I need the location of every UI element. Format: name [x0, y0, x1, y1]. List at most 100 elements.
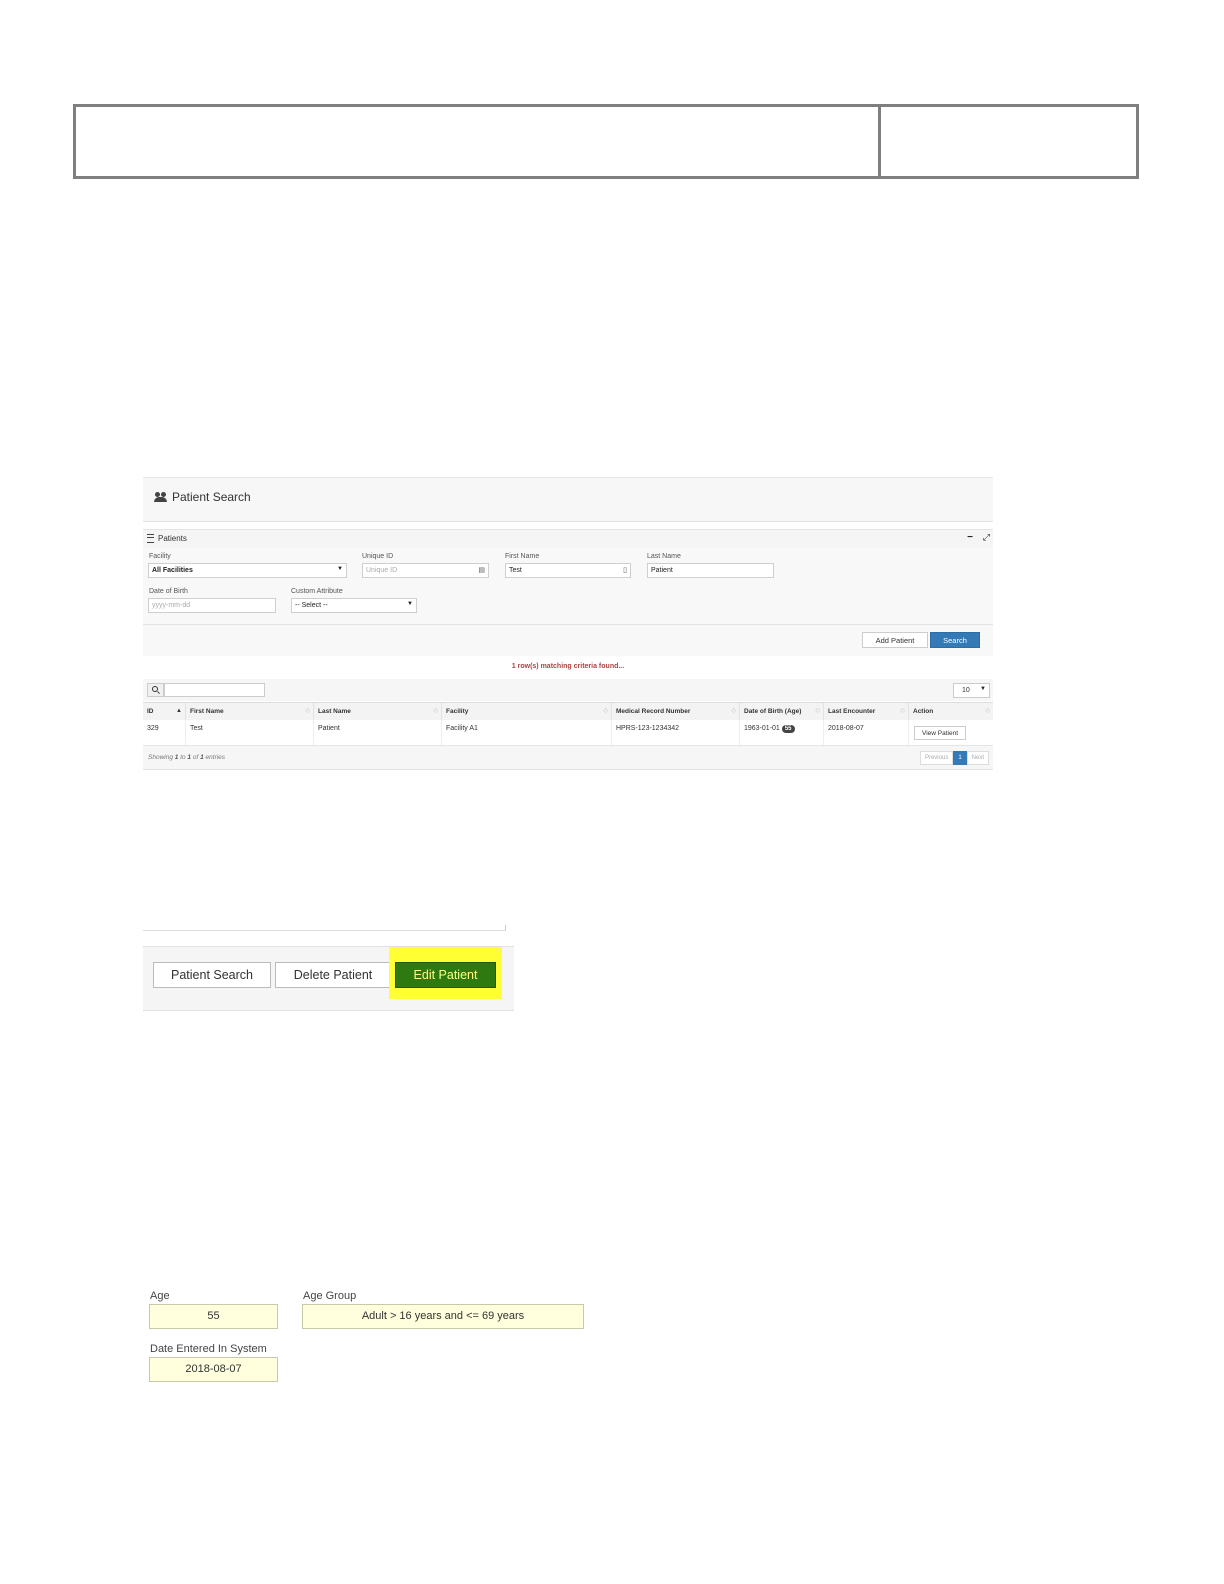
date-entered-field: 2018-08-07 [149, 1357, 278, 1382]
sort-icon: ◇ [900, 708, 905, 714]
showing-to: 1 [187, 754, 192, 761]
facility-select[interactable]: All Facilities ▼ [148, 563, 347, 578]
sort-icon: ◇ [603, 708, 608, 714]
last-name-value: Patient [651, 567, 673, 574]
header-table-divider [878, 107, 881, 176]
page-size-value: 10 [962, 687, 970, 694]
dob-input[interactable]: yyyy-mm-dd [148, 598, 276, 613]
cell-mrn: HPRS-123-1234342 [612, 720, 740, 745]
showing-prefix: Showing [148, 754, 173, 761]
pagination-next[interactable]: Next [966, 751, 989, 765]
cell-facility: Facility A1 [442, 720, 612, 745]
column-label: Action [913, 708, 934, 715]
table-row: 329 Test Patient Facility A1 HPRS-123-12… [143, 720, 993, 746]
expand-icon[interactable]: ⤢ [983, 532, 990, 543]
showing-from: 1 [174, 754, 179, 761]
first-name-value: Test [509, 567, 522, 574]
last-name-label: Last Name [647, 553, 681, 560]
pagination-page-1[interactable]: 1 [953, 751, 967, 765]
column-label: Last Name [318, 708, 351, 715]
column-header-facility[interactable]: Facility ◇ [442, 703, 612, 721]
column-header-mrn[interactable]: Medical Record Number ◇ [612, 703, 740, 721]
custom-attribute-value: -- Select -- [295, 602, 328, 609]
minimize-icon[interactable]: − [967, 532, 973, 543]
button-bar-tick [505, 925, 506, 931]
age-group-label: Age Group [303, 1290, 357, 1302]
age-badge: 55 [781, 725, 795, 733]
age-label: Age [150, 1290, 170, 1302]
sort-icon: ◇ [433, 708, 438, 714]
custom-attribute-select[interactable]: -- Select -- ▼ [291, 598, 417, 613]
table-footer: Showing 1 to 1 of 1 entries Previous 1 N… [143, 746, 993, 770]
sort-icon: ◇ [731, 708, 736, 714]
age-group-field: Adult > 16 years and <= 69 years [302, 1304, 584, 1329]
search-button[interactable]: Search [930, 632, 980, 648]
page-title: Patient Search [154, 490, 251, 504]
showing-suffix: entries [205, 754, 226, 761]
first-name-input[interactable]: Test ▯ [505, 563, 631, 578]
column-label: ID [147, 708, 154, 715]
column-label: Date of Birth (Age) [744, 708, 802, 715]
unique-id-input[interactable]: Unique ID ▤ [362, 563, 489, 578]
dob-placeholder: yyyy-mm-dd [152, 602, 191, 609]
facility-select-value: All Facilities [152, 567, 193, 574]
delete-patient-button[interactable]: Delete Patient [275, 962, 391, 988]
pagination-previous[interactable]: Previous [919, 751, 954, 765]
table-search-input[interactable] [164, 683, 265, 697]
users-icon [154, 491, 169, 503]
add-patient-button[interactable]: Add Patient [862, 632, 928, 648]
column-header-last-encounter[interactable]: Last Encounter ◇ [824, 703, 909, 721]
column-label: Last Encounter [828, 708, 876, 715]
facility-label: Facility [149, 553, 171, 560]
custom-attribute-label: Custom Attribute [291, 588, 343, 595]
chevron-down-icon: ▼ [407, 601, 413, 607]
panel-title: Patients [158, 534, 187, 543]
view-patient-button[interactable]: View Patient [914, 726, 966, 740]
barcode-icon: ▤ [478, 567, 485, 574]
form-divider [143, 624, 993, 625]
showing-of-word: of [192, 754, 199, 761]
cell-first-name: Test [186, 720, 314, 745]
dob-value: 1963-01-01 [744, 725, 780, 732]
column-label: Facility [446, 708, 469, 715]
patient-button-bar: Patient Search Delete Patient Edit Patie… [143, 946, 514, 1011]
column-header-last-name[interactable]: Last Name ◇ [314, 703, 442, 721]
first-name-label: First Name [505, 553, 540, 560]
column-header-first-name[interactable]: First Name ◇ [186, 703, 314, 721]
list-icon [147, 534, 154, 543]
cell-last-name: Patient [314, 720, 442, 745]
unique-id-label: Unique ID [362, 553, 394, 560]
column-header-dob[interactable]: Date of Birth (Age) ◇ [740, 703, 824, 721]
pagination: Previous 1 Next [919, 751, 989, 765]
page-title-text: Patient Search [172, 490, 251, 504]
cell-last-encounter: 2018-08-07 [824, 720, 909, 745]
showing-to-word: to [180, 754, 186, 761]
column-header-action[interactable]: Action ◇ [909, 703, 993, 721]
cell-id: 329 [143, 720, 186, 745]
sort-icon: ◇ [815, 708, 820, 714]
showing-entries-text: Showing 1 to 1 of 1 entries [148, 754, 225, 761]
dob-label: Date of Birth [149, 588, 188, 595]
chevron-down-icon: ▼ [337, 566, 343, 572]
patient-search-button[interactable]: Patient Search [153, 962, 271, 988]
edit-patient-button[interactable]: Edit Patient [395, 962, 496, 988]
search-icon [147, 683, 164, 697]
patient-search-screenshot: Patient Search Patients − ⤢ Facility All… [143, 477, 993, 770]
search-form: Facility All Facilities ▼ Unique ID Uniq… [143, 548, 993, 656]
column-label: Medical Record Number [616, 708, 691, 715]
column-header-id[interactable]: ID ▲ [143, 703, 186, 721]
page-size-select[interactable]: 10 ▼ [953, 683, 990, 698]
showing-total: 1 [200, 754, 204, 761]
cell-dob: 1963-01-01 55 [740, 720, 824, 745]
age-field: 55 [149, 1304, 278, 1329]
sort-icon: ◇ [985, 708, 990, 714]
last-name-input[interactable]: Patient [647, 563, 774, 578]
patients-panel-header: Patients − ⤢ [143, 529, 993, 549]
cell-action: View Patient [909, 720, 993, 745]
match-count-text: 1 row(s) matching criteria found... [511, 663, 625, 670]
document-header-table [73, 104, 1139, 179]
sort-icon: ◇ [305, 708, 310, 714]
button-bar-top-line [143, 930, 506, 931]
date-entered-label: Date Entered In System [150, 1343, 267, 1355]
id-card-icon: ▯ [623, 567, 627, 574]
